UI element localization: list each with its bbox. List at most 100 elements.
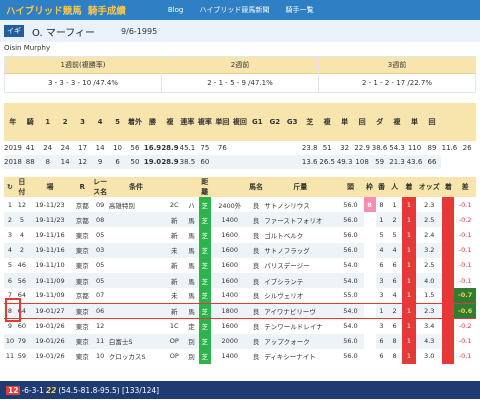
- race-cell: 4: [387, 242, 402, 258]
- race-cell: テンワールドレイナ: [263, 318, 338, 334]
- race-cell: [107, 212, 165, 228]
- race-cell: [107, 242, 165, 258]
- race-row[interactable]: 1 12 19-11/23 京都 09 高雄特別 2C ハ芝 2400外良サトノシリウス 56.0…: [4, 197, 476, 213]
- race-cell: 1: [375, 212, 388, 228]
- race-row[interactable]: 11 59 19-01/26 東京 10 クロッカスS OP 別芝 1400 良ディキシーナイト 5…: [4, 348, 476, 365]
- nav-link-blog[interactable]: Blog: [168, 6, 183, 14]
- brand-subtitle[interactable]: 騎手成績: [88, 3, 126, 17]
- yearly-cell: 10: [108, 141, 127, 155]
- race-cell: 1.5: [416, 288, 443, 304]
- yearly-cell: 2018: [4, 155, 22, 169]
- yearly-cell: 38.6: [370, 141, 389, 155]
- race-row[interactable]: 3 4 19-11/16 東京 05 新馬芝 1600 良ゴルトベルク 56.0 11 5 5 1 2.4…: [4, 227, 476, 243]
- race-cell: 東京: [72, 257, 93, 273]
- yearly-stats-table: 年騎 1 2 3 4 5 着外勝複連率 複率 単回 複回 G1 G2 G3 芝複単回ダ複単回 2019 41…: [4, 103, 476, 169]
- yearly-cell: [213, 155, 232, 169]
- yearly-header-cell: 年: [4, 103, 22, 141]
- yearly-cell: 16.9: [143, 141, 162, 155]
- race-cell: 6: [375, 257, 388, 273]
- race-cell: 4: [387, 288, 402, 304]
- race-cell: 6: [375, 333, 388, 349]
- yearly-cell: 43.6: [405, 155, 424, 169]
- yearly-cell: [248, 141, 267, 155]
- race-cell: 4: [15, 227, 28, 243]
- race-cell: [107, 272, 165, 289]
- yearly-header-cell: G2: [266, 103, 284, 141]
- summary-value: 2 - 1 - 5 - 9 /47.1%: [162, 74, 318, 92]
- yearly-cell: 88: [21, 155, 39, 169]
- nav-link-jockey-list[interactable]: 騎手一覧: [286, 6, 314, 14]
- race-cell: 1600: [210, 272, 249, 289]
- yearly-header-cell: 回: [353, 103, 371, 141]
- race-cell: 良: [248, 318, 264, 334]
- yearly-header-cell: G3: [283, 103, 301, 141]
- race-row[interactable]: 4 2 19-11/16 東京 03 未馬芝 1600 良サトノフラッグ 56.0 11 4 4 1 3.…: [4, 242, 476, 258]
- yearly-header-cell: 5: [108, 103, 127, 141]
- refresh-icon[interactable]: ↻: [4, 177, 16, 197]
- race-cell: 11: [363, 227, 376, 243]
- yearly-header-cell: 1: [38, 103, 57, 141]
- race-cell: 19-11/10: [27, 257, 73, 273]
- race-cell: 芝: [198, 212, 211, 228]
- nav-link-newspaper[interactable]: ハイブリッド競馬新聞: [200, 6, 270, 14]
- race-cell: [107, 288, 165, 304]
- race-cell: 芝: [198, 348, 211, 365]
- race-cell: 2.4: [416, 227, 443, 243]
- yearly-header-cell: [458, 103, 476, 141]
- yearly-cell: 17: [73, 141, 92, 155]
- race-header-cell: 差: [454, 177, 476, 197]
- race-row[interactable]: 9 60 19-01/26 東京 12 1C 定芝 1600 良テンワールドレイナ 54.0 16 3…: [4, 318, 476, 334]
- footer-summary: 12 -6-3-1 22 (54.5-81.8-95.5) [133/124]: [0, 381, 480, 399]
- race-cell: 2: [4, 212, 16, 228]
- race-cell: 1: [401, 348, 417, 365]
- race-row[interactable]: 6 56 19-11/09 東京 05 新馬芝 1600 良イブシランテ 54.0 16 3 6 1 4.…: [4, 272, 476, 289]
- race-row[interactable]: 7 64 19-11/09 京都 07 未馬芝 1400 良シルヴェリオ 55.0 14 3 4 1 1.…: [4, 288, 476, 304]
- race-cell: 3.4: [416, 318, 443, 334]
- yearly-cell: 76: [213, 141, 232, 155]
- race-cell: 6: [387, 272, 402, 289]
- race-cell: [442, 333, 455, 349]
- brand-title[interactable]: ハイブリッド競馬: [6, 3, 82, 17]
- race-cell: [442, 197, 455, 213]
- yearly-header-cell: 複: [318, 103, 336, 141]
- race-cell: 東京: [72, 333, 93, 349]
- race-cell: 芝: [198, 272, 211, 289]
- race-cell: 11: [363, 257, 376, 273]
- race-row[interactable]: 5 46 19-11/10 東京 05 新馬芝 1600 良パリスデージー 54.0 11 6 6 1 2…: [4, 257, 476, 273]
- race-row[interactable]: 8 64 19-01/27 東京 06 新馬芝 1800 良アイワナビリーヴ 54.0 16 1 2 1…: [4, 302, 476, 320]
- race-cell: 8: [363, 197, 376, 213]
- yearly-cell: 28.9: [161, 141, 179, 155]
- race-row[interactable]: 10 79 19-01/26 東京 11 白富士S OP 別芝 2000 良アップクォーク 56.0…: [4, 333, 476, 349]
- race-cell: 05: [92, 257, 108, 273]
- race-cell: 09: [92, 197, 108, 213]
- yearly-cell: 2019: [4, 141, 22, 155]
- yearly-cell: [283, 155, 301, 169]
- yearly-cell: 54.3: [388, 141, 406, 155]
- yearly-cell: 41: [21, 141, 39, 155]
- race-cell: ディキシーナイト: [263, 348, 338, 365]
- yearly-cell: 60: [196, 155, 214, 169]
- yearly-cell: 21.3: [388, 155, 406, 169]
- race-header-cell: 場: [27, 177, 73, 197]
- race-row[interactable]: 2 5 19-11/23 京都 08 新馬芝 1400 良ファーストフォリオ 56.0 16 1 2 1…: [4, 212, 476, 228]
- race-cell: -0.1: [454, 197, 476, 213]
- race-cell: 良: [248, 257, 264, 273]
- race-cell: クロッカスS: [107, 348, 165, 365]
- footer-detail: (54.5-81.8-95.5) [133/124]: [58, 385, 160, 395]
- race-cell: 55.0: [337, 288, 364, 304]
- race-header-cell: 番: [375, 177, 388, 197]
- race-cell: -0.1: [454, 242, 476, 258]
- race-cell: ゴルトベルク: [263, 227, 338, 243]
- race-cell: 1: [401, 227, 417, 243]
- race-cell: 8: [375, 197, 388, 213]
- race-cell: -0.6: [454, 302, 476, 320]
- race-cell: [442, 242, 455, 258]
- race-cell: 19-01/27: [27, 302, 73, 320]
- yearly-cell: 9: [91, 155, 109, 169]
- race-cell: 新: [164, 272, 185, 289]
- race-cell: 4.3: [416, 333, 443, 349]
- race-cell: [442, 302, 455, 320]
- race-cell: -0.2: [454, 318, 476, 334]
- race-cell: 良: [248, 333, 264, 349]
- yearly-cell: 56: [126, 141, 144, 155]
